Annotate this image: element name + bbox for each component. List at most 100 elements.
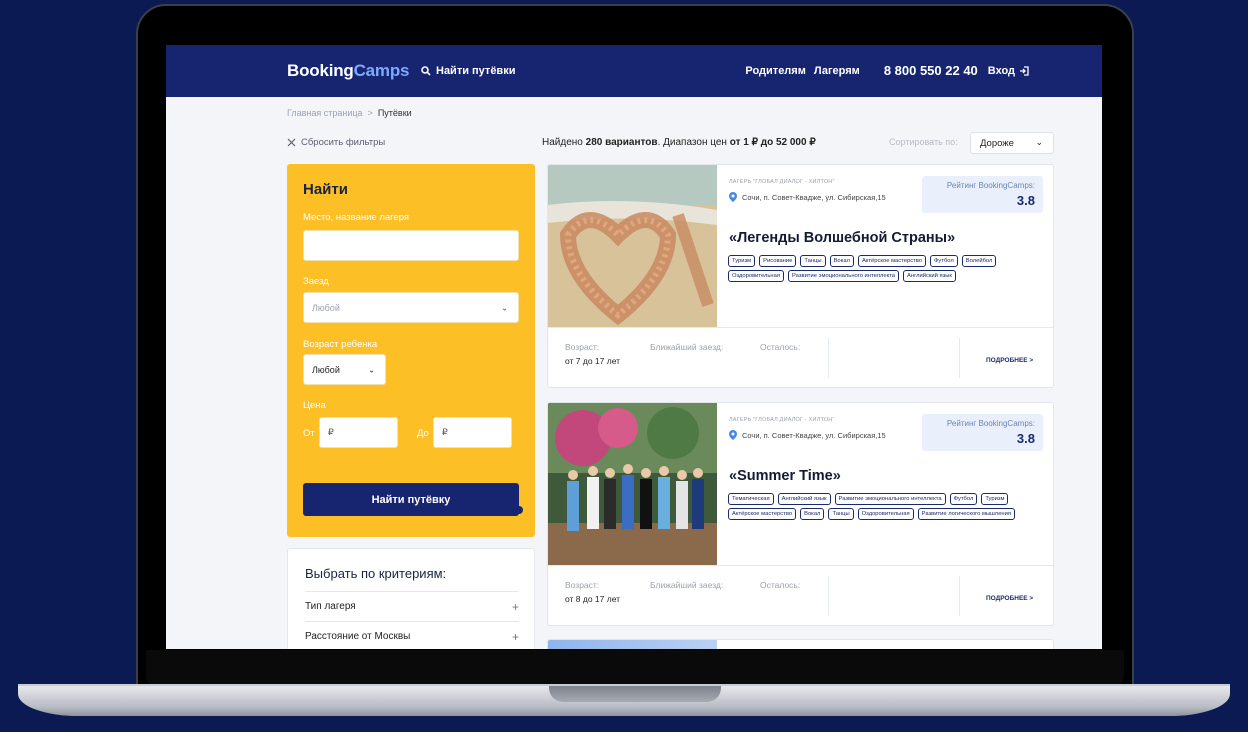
place-label: Место, название лагеря bbox=[303, 212, 410, 223]
breadcrumb-home[interactable]: Главная страница bbox=[287, 108, 363, 118]
chevron-down-icon: ⌄ bbox=[501, 303, 508, 312]
camp-card-partial[interactable] bbox=[547, 639, 1054, 649]
criteria-row-camp-type[interactable]: Тип лагеря + bbox=[305, 591, 519, 621]
divider bbox=[828, 576, 829, 616]
login-icon bbox=[1020, 65, 1029, 76]
age-value: от 8 до 17 лет bbox=[565, 594, 621, 604]
age-label: Возраст: bbox=[565, 580, 600, 590]
phone-number[interactable]: 8 800 550 22 40 bbox=[884, 63, 978, 78]
location-pin-icon bbox=[729, 192, 737, 202]
camp-card[interactable]: Лагерь "Глобал Диалог - Хилтон" Сочи, п.… bbox=[547, 402, 1054, 626]
sort-select[interactable]: Дороже ⌄ bbox=[970, 132, 1054, 154]
nav-camps[interactable]: Лагерям bbox=[814, 65, 860, 77]
program-title[interactable]: «Легенды Волшебной Страны» bbox=[729, 230, 955, 246]
tag[interactable]: Развитие эмоционального интеллекта bbox=[788, 270, 900, 282]
price-from-input[interactable]: ₽ bbox=[319, 417, 398, 448]
login-link[interactable]: Вход bbox=[988, 65, 1029, 77]
camp-address: Сочи, п. Совет-Квадже, ул. Сибирская,15 bbox=[729, 192, 886, 202]
logo[interactable]: BookingCamps bbox=[287, 61, 409, 81]
tag[interactable]: Вокал bbox=[800, 508, 825, 520]
more-details-link[interactable]: подробнее > bbox=[986, 595, 1033, 602]
filter-title: Найти bbox=[303, 181, 348, 198]
tag[interactable]: Развитие эмоционального интеллекта bbox=[834, 493, 946, 505]
program-title[interactable]: «Summer Time» bbox=[729, 468, 841, 484]
laptop-notch bbox=[549, 686, 721, 702]
camp-address: Сочи, п. Совет-Квадже, ул. Сибирская,15 bbox=[729, 430, 886, 440]
chevron-down-icon: ⌄ bbox=[1035, 137, 1043, 147]
tag[interactable]: Вокал bbox=[829, 255, 854, 267]
top-navbar: BookingCamps Найти путёвки Родителям Лаг… bbox=[166, 45, 1102, 97]
tag[interactable]: Тематическая bbox=[728, 493, 774, 505]
rating-value: 3.8 bbox=[1016, 431, 1035, 446]
program-tags: Туризм Рисование Танцы Вокал Актёрское м… bbox=[728, 255, 1038, 282]
laptop-chin bbox=[146, 650, 1124, 686]
breadcrumb-current: Путёвки bbox=[377, 108, 412, 118]
tag[interactable]: Рисование bbox=[759, 255, 797, 267]
tag[interactable]: Футбол bbox=[930, 255, 958, 267]
seats-left-label: Осталось: bbox=[760, 580, 801, 590]
tag[interactable]: Английский язык bbox=[777, 493, 831, 505]
find-trips-link[interactable]: Найти путёвки bbox=[421, 65, 515, 77]
next-session-label: Ближайший заезд: bbox=[650, 342, 724, 352]
camp-photo bbox=[548, 640, 717, 649]
price-to-input[interactable]: ₽ bbox=[433, 417, 512, 448]
results-summary: Найдено 280 вариантов. Диапазон цен от 1… bbox=[542, 137, 816, 148]
location-pin-icon bbox=[729, 430, 737, 440]
camp-name: Лагерь "Глобал Диалог - Хилтон" bbox=[729, 417, 835, 423]
reset-filters-button[interactable]: Сбросить фильтры bbox=[287, 137, 385, 148]
plus-icon: + bbox=[511, 629, 519, 644]
place-input[interactable] bbox=[303, 230, 519, 261]
price-to-label: До bbox=[417, 428, 429, 439]
sort-label: Сортировать по: bbox=[889, 137, 958, 147]
more-details-link[interactable]: подробнее > bbox=[986, 357, 1033, 364]
camp-name: Лагерь "Глобал Диалог - Хилтон" bbox=[729, 179, 835, 185]
checkin-label: Заезд bbox=[303, 276, 329, 287]
tag[interactable]: Развитие логического мышления bbox=[917, 508, 1015, 520]
close-icon bbox=[287, 138, 296, 147]
tag[interactable]: Туризм bbox=[981, 493, 1009, 505]
login-label: Вход bbox=[987, 64, 1015, 77]
search-filter-panel: Найти Место, название лагеря Заезд Любой… bbox=[287, 164, 535, 537]
tag[interactable]: Оздоровительная bbox=[728, 270, 784, 282]
age-select[interactable]: Любой ⌄ bbox=[303, 354, 386, 385]
plus-icon: + bbox=[511, 599, 519, 614]
criteria-panel: Выбрать по критериям: Тип лагеря + Рассто… bbox=[287, 548, 535, 649]
rating-label: Рейтинг BookingCamps: bbox=[946, 181, 1035, 190]
age-label: Возраст ребенка bbox=[303, 339, 378, 350]
tag[interactable]: Туризм bbox=[728, 255, 756, 267]
tag[interactable]: Оздоровительная bbox=[857, 508, 914, 520]
tag[interactable]: Танцы bbox=[828, 508, 854, 520]
criteria-title: Выбрать по критериям: bbox=[305, 566, 447, 581]
find-trip-button[interactable]: Найти путёвку bbox=[303, 483, 519, 516]
seats-left-label: Осталось: bbox=[760, 342, 801, 352]
tag[interactable]: Актёрское мастерство bbox=[728, 508, 797, 520]
tag[interactable]: Волейбол bbox=[961, 255, 997, 267]
camp-photo-group bbox=[548, 403, 717, 565]
divider bbox=[959, 576, 960, 616]
tag[interactable]: Танцы bbox=[800, 255, 826, 267]
tag[interactable]: Футбол bbox=[949, 493, 978, 505]
rating-box: Рейтинг BookingCamps: 3.8 bbox=[922, 414, 1043, 451]
browser-screen: BookingCamps Найти путёвки Родителям Лаг… bbox=[166, 45, 1102, 649]
divider bbox=[828, 338, 829, 378]
breadcrumb: Главная страница > Путёвки bbox=[287, 108, 412, 118]
camp-card[interactable]: Лагерь "Глобал Диалог - Хилтон" Сочи, п.… bbox=[547, 164, 1054, 388]
chevron-down-icon: ⌄ bbox=[368, 365, 375, 374]
price-from-label: От bbox=[303, 428, 315, 439]
checkin-select[interactable]: Любой ⌄ bbox=[303, 292, 519, 323]
divider bbox=[959, 338, 960, 378]
tag[interactable]: Английский язык bbox=[903, 270, 956, 282]
camp-photo-beach bbox=[548, 165, 717, 327]
rating-label: Рейтинг BookingCamps: bbox=[946, 419, 1035, 428]
program-tags: Тематическая Английский язык Развитие эм… bbox=[728, 493, 1038, 520]
age-value: от 7 до 17 лет bbox=[565, 356, 621, 366]
find-trips-label: Найти путёвки bbox=[436, 65, 516, 77]
rating-box: Рейтинг BookingCamps: 3.8 bbox=[922, 176, 1043, 213]
rating-value: 3.8 bbox=[1016, 193, 1035, 208]
next-session-label: Ближайший заезд: bbox=[650, 580, 724, 590]
price-label: Цена bbox=[303, 400, 326, 411]
age-label: Возраст: bbox=[565, 342, 600, 352]
criteria-row-distance[interactable]: Расстояние от Москвы + bbox=[305, 621, 519, 649]
tag[interactable]: Актёрское мастерство bbox=[857, 255, 927, 267]
nav-parents[interactable]: Родителям bbox=[745, 65, 805, 77]
